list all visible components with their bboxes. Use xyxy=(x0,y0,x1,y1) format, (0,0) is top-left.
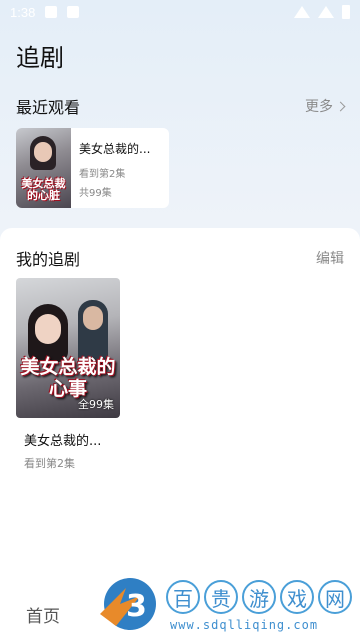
recent-item-total: 共99集 xyxy=(79,188,112,199)
status-bar: 1:38 xyxy=(0,0,360,24)
notification-icon xyxy=(67,6,80,18)
battery-icon xyxy=(342,5,350,19)
nav-home-tab[interactable]: 首页 xyxy=(26,602,60,627)
my-list-panel: 我的追剧 编辑 美女总裁的心事 全99集 美女总裁的... 看到第2集 xyxy=(0,228,360,588)
more-button[interactable]: 更多 xyxy=(305,96,346,116)
show-poster: 美女总裁的心事 全99集 xyxy=(16,278,120,418)
signal-icon xyxy=(318,6,334,18)
recent-item-thumbnail: 美女总裁的心脏 xyxy=(16,128,71,208)
show-card[interactable]: 美女总裁的心事 全99集 美女总裁的... 看到第2集 xyxy=(16,278,120,471)
recent-item-name: 美女总裁的... xyxy=(79,142,151,156)
status-time: 1:38 xyxy=(10,4,36,20)
poster-title-art: 美女总裁的心事 xyxy=(20,356,116,400)
recent-item-info: 美女总裁的... 看到第2集 共99集 xyxy=(71,128,169,208)
show-name: 美女总裁的... xyxy=(24,434,102,449)
wifi-icon xyxy=(294,6,310,18)
show-progress: 看到第2集 xyxy=(24,457,75,470)
more-label: 更多 xyxy=(305,99,333,115)
poster-face xyxy=(83,306,103,330)
poster-face xyxy=(35,314,61,344)
recent-section-header: 最近观看 更多 xyxy=(16,94,346,118)
status-indicators xyxy=(294,5,350,19)
edit-button[interactable]: 编辑 xyxy=(316,248,344,268)
page-title: 追剧 xyxy=(16,44,64,72)
notification-icon xyxy=(45,6,58,18)
chevron-right-icon xyxy=(335,101,346,111)
poster-title-art: 美女总裁的心脏 xyxy=(21,177,66,202)
my-list-title: 我的追剧 xyxy=(16,250,81,269)
episodes-badge: 全99集 xyxy=(78,398,114,411)
poster-face xyxy=(34,142,52,162)
recent-item-progress: 看到第2集 xyxy=(79,169,126,180)
my-list-header: 我的追剧 编辑 xyxy=(16,246,344,270)
bottom-nav: 首页 xyxy=(0,588,360,640)
recent-section-title: 最近观看 xyxy=(16,98,81,117)
recent-item-card[interactable]: 美女总裁的心脏 美女总裁的... 看到第2集 共99集 xyxy=(16,128,169,208)
